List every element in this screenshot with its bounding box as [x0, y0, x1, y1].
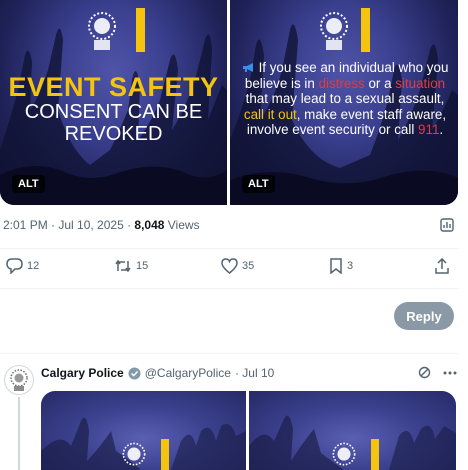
- calgary-police-crest-icon: [320, 12, 348, 50]
- share-icon: [435, 258, 449, 274]
- msg-part-2: or a: [364, 75, 396, 91]
- event-safety-title: EVENT SAFETY: [8, 72, 219, 102]
- avatar[interactable]: [4, 365, 34, 395]
- next-post-media-grid: [41, 391, 456, 470]
- like-count: 35: [242, 260, 255, 272]
- post-header: Calgary Police @CalgaryPolice · Jul 10: [41, 366, 274, 380]
- reply-icon: [6, 258, 23, 274]
- gold-accent-bar: [136, 8, 145, 52]
- more-icon[interactable]: [443, 371, 457, 375]
- calgary-police-crest-icon: [332, 442, 356, 466]
- safety-message-text: If you see an individual who you believe…: [238, 60, 452, 138]
- msg-highlight-distress: distress: [318, 75, 365, 91]
- media-image[interactable]: [249, 391, 456, 470]
- tweet-media-grid: EVENT SAFETY CONSENT CAN BE REVOKED ALT …: [0, 0, 458, 205]
- subtitle-line-2: REVOKED: [64, 123, 163, 145]
- like-action[interactable]: 35: [221, 258, 254, 274]
- alt-text-badge[interactable]: ALT: [242, 175, 275, 193]
- tweet-timestamp-views[interactable]: 2:01 PM · Jul 10, 2025 · 8,048 Views: [3, 218, 200, 232]
- post-time[interactable]: · Jul 10: [235, 366, 274, 380]
- divider: [0, 288, 458, 289]
- bookmark-icon: [330, 258, 342, 274]
- subtitle-line-1: CONSENT CAN BE: [24, 101, 203, 123]
- megaphone-icon: [242, 63, 253, 72]
- tweet-time-date[interactable]: 2:01 PM · Jul 10, 2025 ·: [3, 218, 134, 232]
- reply-count: 12: [27, 260, 40, 272]
- gold-accent-bar: [371, 439, 379, 470]
- msg-part-5: .: [439, 122, 444, 138]
- bookmark-count: 3: [347, 260, 354, 272]
- like-icon: [221, 258, 238, 274]
- grok-icon[interactable]: [418, 366, 431, 379]
- share-action[interactable]: [434, 258, 450, 274]
- reply-button[interactable]: Reply: [394, 302, 454, 330]
- verified-badge-icon: [128, 367, 141, 379]
- calgary-police-crest-icon: [122, 442, 146, 466]
- media-image[interactable]: [41, 391, 246, 470]
- thread-connector-line: [18, 397, 20, 470]
- msg-highlight-situation: situation: [395, 75, 446, 91]
- repost-icon: [115, 259, 131, 273]
- gold-accent-bar: [361, 8, 370, 52]
- tweet-action-bar: 12 15 35 3: [0, 258, 458, 280]
- msg-highlight-call-it-out: call it out: [243, 106, 297, 122]
- analytics-icon[interactable]: [440, 217, 454, 233]
- repost-action[interactable]: 15: [114, 258, 148, 274]
- repost-count: 15: [136, 260, 149, 272]
- event-safety-subtitle: CONSENT CAN BE REVOKED: [0, 101, 227, 145]
- views-label: Views: [164, 218, 200, 232]
- msg-highlight-911: 911: [418, 122, 440, 138]
- divider: [0, 248, 458, 249]
- views-count: 8,048: [134, 218, 165, 232]
- gold-accent-bar: [161, 439, 169, 470]
- reply-action[interactable]: 12: [6, 258, 39, 274]
- author-name[interactable]: Calgary Police: [41, 366, 124, 380]
- author-handle[interactable]: @CalgaryPolice: [145, 366, 231, 380]
- alt-text-badge[interactable]: ALT: [12, 175, 45, 193]
- calgary-police-crest-icon: [10, 369, 28, 391]
- post-header-actions: [418, 366, 457, 379]
- bookmark-action[interactable]: 3: [329, 258, 353, 274]
- divider: [0, 353, 458, 354]
- msg-part-3: that may lead to a sexual assault,: [245, 91, 445, 107]
- calgary-police-crest-icon: [88, 12, 116, 50]
- media-image-call-it-out[interactable]: If you see an individual who you believe…: [230, 0, 458, 205]
- media-image-event-safety[interactable]: EVENT SAFETY CONSENT CAN BE REVOKED ALT: [0, 0, 227, 205]
